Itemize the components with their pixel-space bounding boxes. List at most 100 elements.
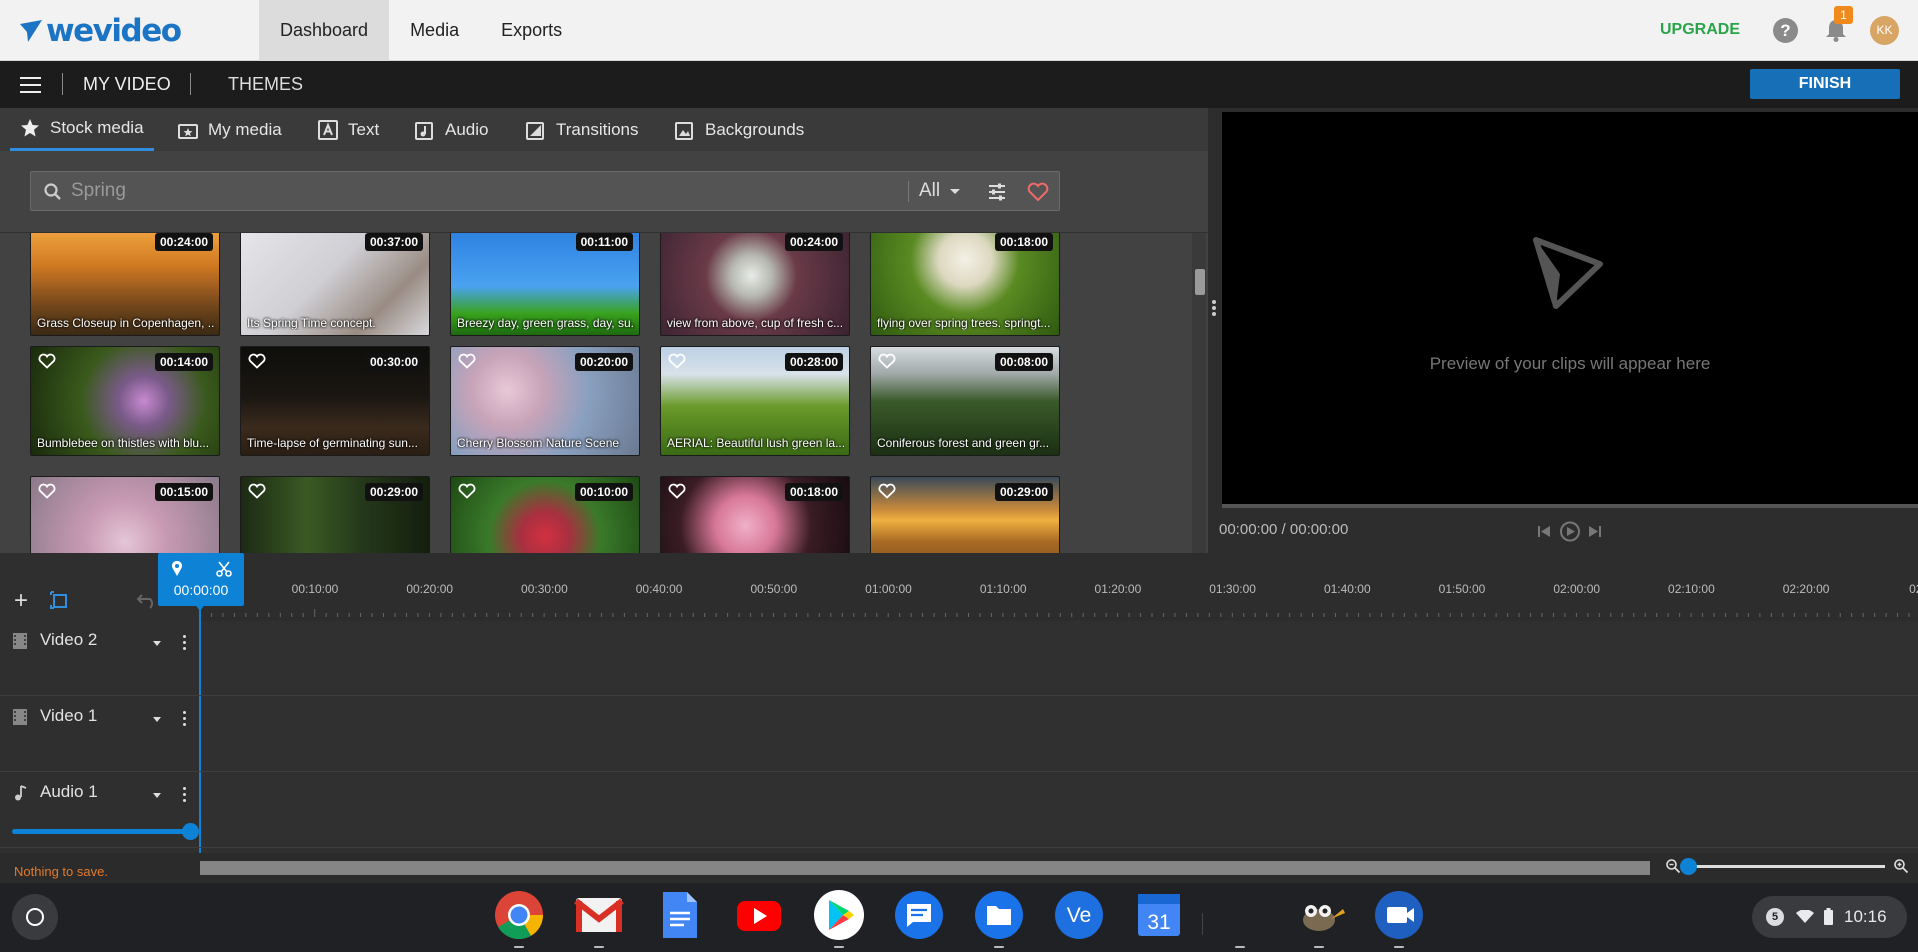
playhead-handle[interactable]: 00:00:00: [158, 553, 244, 606]
tab-my-media[interactable]: My media: [178, 108, 282, 151]
zoom-out-icon[interactable]: [1665, 858, 1681, 874]
chevron-down-icon[interactable]: [153, 793, 161, 798]
filter-dropdown[interactable]: All: [919, 180, 961, 202]
tab-text[interactable]: Text: [318, 108, 379, 151]
heart-icon[interactable]: [458, 483, 476, 499]
audio-volume-knob[interactable]: [182, 823, 199, 840]
search-input[interactable]: [71, 177, 911, 205]
audio-volume-slider[interactable]: [12, 829, 192, 834]
media-clip[interactable]: 00:29:00: [870, 476, 1060, 553]
running-indicator: [594, 946, 604, 948]
my-video-tab[interactable]: MY VIDEO: [83, 74, 171, 95]
zoom-slider-knob[interactable]: [1680, 858, 1697, 875]
play-icon[interactable]: [1560, 521, 1580, 542]
project-bar: MY VIDEO THEMES FINISH: [0, 61, 1918, 108]
finish-button[interactable]: FINISH: [1750, 69, 1900, 99]
scrollbar-thumb[interactable]: [1195, 269, 1205, 295]
hamburger-menu-icon[interactable]: [20, 77, 41, 93]
heart-icon[interactable]: [878, 353, 896, 369]
preview-progress-bar[interactable]: [1222, 504, 1918, 508]
track-audio-1[interactable]: Audio 1: [0, 773, 1918, 848]
media-clip[interactable]: 00:18:00: [660, 476, 850, 553]
nav-exports[interactable]: Exports: [480, 0, 583, 61]
media-clip[interactable]: 00:18:00 flying over spring trees. sprin…: [870, 233, 1060, 336]
nav-media[interactable]: Media: [389, 0, 480, 61]
more-vert-icon[interactable]: [183, 711, 187, 727]
help-icon[interactable]: ?: [1773, 18, 1798, 43]
docs-icon[interactable]: [653, 889, 705, 941]
wevideo-logo[interactable]: wevideo: [18, 13, 182, 49]
avatar[interactable]: KK: [1870, 16, 1899, 45]
scissors-icon[interactable]: [216, 561, 232, 577]
select-clip-icon[interactable]: [50, 591, 68, 609]
more-vert-icon[interactable]: [183, 635, 187, 651]
playhead-time: 00:00:00: [173, 582, 229, 598]
zoom-in-icon[interactable]: [1893, 858, 1909, 874]
upgrade-link[interactable]: UPGRADE: [1660, 21, 1740, 39]
wevideo-mark-icon: [1533, 237, 1603, 309]
heart-icon[interactable]: [38, 483, 56, 499]
skip-back-icon[interactable]: [1538, 526, 1550, 537]
skip-forward-icon[interactable]: [1589, 526, 1601, 537]
media-clip[interactable]: 00:30:00 Time-lapse of germinating sun..…: [240, 346, 430, 456]
ruler-tick-label: 01:20:00: [1094, 582, 1142, 596]
nav-dashboard[interactable]: Dashboard: [259, 0, 390, 61]
system-tray[interactable]: 5 10:16: [1752, 896, 1907, 938]
track-video-1[interactable]: Video 1: [0, 697, 1918, 772]
heart-icon[interactable]: [248, 483, 266, 499]
zoom-slider[interactable]: [1688, 865, 1885, 868]
heart-icon[interactable]: [878, 483, 896, 499]
heart-icon[interactable]: [38, 353, 56, 369]
files-icon[interactable]: [973, 889, 1025, 941]
launcher-icon[interactable]: [12, 894, 58, 940]
media-clip[interactable]: 00:29:00: [240, 476, 430, 553]
video-editor-icon[interactable]: [1373, 889, 1425, 941]
media-clip[interactable]: 00:15:00: [30, 476, 220, 553]
gmail-icon[interactable]: [573, 889, 625, 941]
chevron-down-icon[interactable]: [153, 717, 161, 722]
chevron-down-icon: [950, 188, 961, 194]
heart-icon[interactable]: [1027, 182, 1049, 202]
search-icon: [44, 183, 61, 200]
undo-icon[interactable]: [136, 591, 158, 609]
calendar-icon[interactable]: 31: [1133, 889, 1185, 941]
messages-icon[interactable]: [893, 889, 945, 941]
heart-icon[interactable]: [458, 353, 476, 369]
chevron-down-icon[interactable]: [153, 641, 161, 646]
media-clip[interactable]: 00:11:00 Breezy day, green grass, day, s…: [450, 233, 640, 336]
gimp-icon[interactable]: [1293, 889, 1345, 941]
chrome-icon[interactable]: [493, 889, 545, 941]
tab-transitions[interactable]: Transitions: [526, 108, 639, 151]
resize-handle-icon[interactable]: [1212, 300, 1216, 320]
timeline-scrollbar[interactable]: [200, 861, 1650, 875]
tab-audio[interactable]: Audio: [415, 108, 488, 151]
themes-tab[interactable]: THEMES: [228, 74, 303, 95]
ve-app-icon[interactable]: Ve: [1053, 889, 1105, 941]
marker-pin-icon[interactable]: [171, 561, 183, 577]
media-clip[interactable]: 00:24:00 Grass Closeup in Copenhagen, ..…: [30, 233, 220, 336]
search-bar: All: [30, 171, 1060, 211]
add-track-icon[interactable]: +: [14, 587, 28, 615]
sliders-icon[interactable]: [987, 182, 1007, 202]
heart-icon[interactable]: [248, 353, 266, 369]
heart-icon[interactable]: [668, 483, 686, 499]
media-clip[interactable]: 00:14:00 Bumblebee on thistles with blu.…: [30, 346, 220, 456]
media-clip[interactable]: 00:28:00 AERIAL: Beautiful lush green la…: [660, 346, 850, 456]
film-icon: [13, 633, 27, 649]
ruler-tick-label: 00:50:00: [750, 582, 798, 596]
tab-stock-media[interactable]: Stock media: [10, 108, 154, 151]
media-clip[interactable]: 00:20:00 Cherry Blossom Nature Scene: [450, 346, 640, 456]
play-store-icon[interactable]: [813, 889, 865, 941]
divider: [62, 73, 63, 95]
tab-backgrounds[interactable]: Backgrounds: [675, 108, 804, 151]
heart-icon[interactable]: [668, 353, 686, 369]
more-vert-icon[interactable]: [183, 787, 187, 803]
media-clip[interactable]: 00:08:00 Coniferous forest and green gr.…: [870, 346, 1060, 456]
audio-icon: [415, 121, 433, 140]
media-clip[interactable]: 00:10:00: [450, 476, 640, 553]
youtube-icon[interactable]: [733, 889, 785, 941]
media-clip[interactable]: 00:37:00 Its Spring Time concept.: [240, 233, 430, 336]
clip-title: flying over spring trees. springt...: [877, 316, 1051, 330]
track-video-2[interactable]: Video 2: [0, 621, 1918, 696]
media-clip[interactable]: 00:24:00 view from above, cup of fresh c…: [660, 233, 850, 336]
